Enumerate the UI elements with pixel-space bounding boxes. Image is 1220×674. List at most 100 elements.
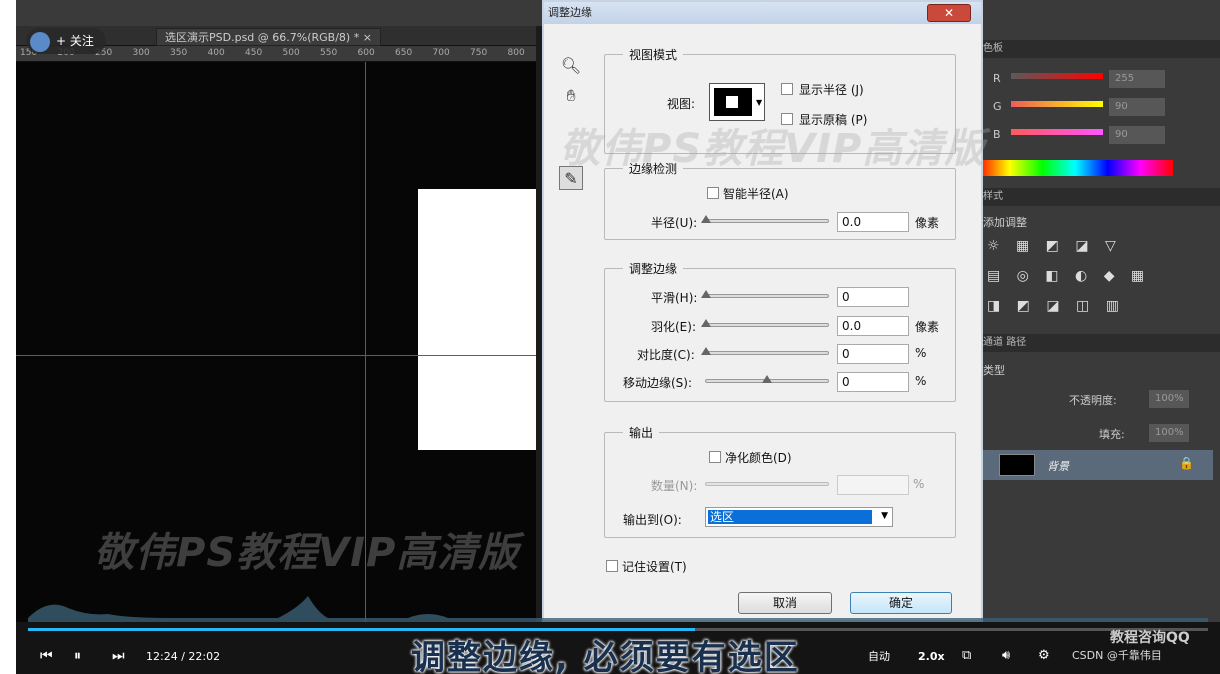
r-value[interactable]: 255 — [1109, 70, 1165, 88]
radius-input[interactable]: 0.0 — [837, 212, 909, 232]
radius-slider-thumb[interactable] — [701, 215, 711, 223]
feather-label: 羽化(E): — [651, 320, 696, 334]
speed-button[interactable]: 2.0x — [918, 650, 945, 664]
opacity-value[interactable]: 100% — [1149, 390, 1189, 408]
playback-time: 12:24 / 22:02 — [146, 650, 221, 663]
contrast-input[interactable]: 0 — [837, 344, 909, 364]
smart-radius-checkbox[interactable] — [707, 187, 719, 199]
b-label: B — [993, 128, 1001, 141]
feather-slider[interactable] — [705, 323, 829, 327]
ruler-tick: 500 — [282, 48, 300, 58]
fill-value[interactable]: 100% — [1149, 424, 1189, 442]
color-tab-label: 色板 — [983, 43, 1003, 54]
g-value[interactable]: 90 — [1109, 98, 1165, 116]
amount-slider — [705, 482, 829, 486]
amount-label: 数量(N): — [651, 479, 698, 493]
b-value[interactable]: 90 — [1109, 126, 1165, 144]
g-label: G — [993, 100, 1002, 113]
canvas-white-shape — [418, 189, 536, 450]
contrast-unit: % — [915, 346, 927, 360]
document-tab-label: 选区演示PSD.psd @ 66.7%(RGB/8) * — [165, 31, 360, 44]
styles-tab-label: 样式 — [983, 191, 1003, 202]
avatar — [30, 31, 50, 52]
feather-input[interactable]: 0.0 — [837, 316, 909, 336]
color-panel-tab[interactable]: 色板 — [973, 40, 1220, 58]
layer-row-background[interactable]: 背景 🔒 — [983, 450, 1213, 480]
b-slider[interactable] — [1011, 129, 1103, 135]
layer-thumbnail — [999, 454, 1035, 476]
adjustment-icons-row-3[interactable]: ◨ ◩ ◪ ◫ ▥ — [987, 298, 1125, 314]
subtitle-toggle-icon[interactable]: ⧉ — [962, 649, 971, 663]
layer-kind-label[interactable]: 类型 — [983, 362, 1005, 378]
r-slider[interactable] — [1011, 73, 1103, 79]
watermark-dialog: 敬伟PS教程VIP高清版 — [560, 126, 986, 172]
g-slider[interactable] — [1011, 101, 1103, 107]
paths-tab-label: 路径 — [1006, 337, 1027, 348]
remember-settings-label: 记住设置(T) — [622, 560, 687, 574]
right-panels: 色板 R 255 G 90 B 90 样式 添加调整 ☼ ▦ ◩ ◪ ▽ ▤ ◎… — [973, 0, 1220, 622]
smooth-input[interactable]: 0 — [837, 287, 909, 307]
ruler-tick: 600 — [357, 48, 375, 58]
follow-button[interactable]: + 关注 — [26, 28, 106, 54]
view-label: 视图: — [667, 97, 696, 111]
ruler-tick: 450 — [245, 48, 263, 58]
smooth-slider[interactable] — [705, 294, 829, 298]
decontaminate-label: 净化颜色(D) — [725, 451, 792, 465]
layers-panel-tabs[interactable]: 通道 路径 — [973, 334, 1220, 352]
hand-icon[interactable]: ✋︎ — [559, 84, 583, 108]
previous-icon[interactable]: ⏮ — [40, 649, 53, 663]
edge-detection-group: 边缘检测 智能半径(A) 半径(U): 0.0 像素 — [604, 160, 956, 240]
adjustments-label: 添加调整 — [983, 216, 1027, 229]
output-to-label: 输出到(O): — [623, 513, 682, 527]
fill-label: 填充: — [1099, 428, 1125, 441]
contrast-slider-thumb[interactable] — [701, 347, 711, 355]
follow-label: + 关注 — [56, 34, 94, 48]
gear-icon[interactable]: ⚙ — [1038, 649, 1050, 663]
output-legend: 输出 — [623, 424, 660, 441]
brand-text: 教程咨询QQ — [1110, 630, 1190, 646]
dialog-title-bar: 调整边缘 — [544, 2, 981, 24]
shift-edge-input[interactable]: 0 — [837, 372, 909, 392]
shift-edge-slider-thumb[interactable] — [762, 375, 772, 383]
decontaminate-checkbox[interactable] — [709, 451, 721, 463]
shift-edge-unit: % — [915, 374, 927, 388]
channels-tab-label: 通道 — [983, 337, 1003, 348]
ruler-tick: 300 — [132, 48, 150, 58]
feather-slider-thumb[interactable] — [701, 319, 711, 327]
close-icon[interactable]: ✕ — [927, 4, 971, 22]
chevron-down-icon: ▼ — [881, 511, 888, 521]
radius-slider[interactable] — [705, 219, 829, 223]
next-icon[interactable]: ⏭ — [112, 649, 125, 663]
ruler-tick: 800 — [507, 48, 525, 58]
remember-settings-checkbox[interactable] — [606, 560, 618, 572]
adjust-edge-legend: 调整边缘 — [623, 260, 684, 277]
video-frame: 选区演示PSD.psd @ 66.7%(RGB/8) * × 150200250… — [16, 0, 1220, 674]
show-radius-label: 显示半径 (J) — [799, 83, 864, 97]
radius-label: 半径(U): — [651, 216, 698, 230]
show-radius-checkbox[interactable] — [781, 83, 793, 95]
shift-edge-label: 移动边缘(S): — [623, 376, 693, 390]
amount-unit: % — [913, 477, 925, 491]
smooth-label: 平滑(H): — [651, 291, 698, 305]
contrast-slider[interactable] — [705, 351, 829, 355]
document-tab[interactable]: 选区演示PSD.psd @ 66.7%(RGB/8) * × — [156, 28, 381, 46]
smooth-slider-thumb[interactable] — [701, 290, 711, 298]
zoom-icon[interactable]: 🔍︎ — [559, 54, 583, 78]
chevron-down-icon: ▼ — [756, 98, 763, 107]
pause-icon[interactable]: ⏸ — [74, 649, 81, 663]
watermark-canvas: 敬伟PS教程VIP高清版 — [94, 530, 520, 576]
smart-radius-label: 智能半径(A) — [723, 187, 789, 201]
view-mode-legend: 视图模式 — [623, 46, 684, 63]
adjust-edge-group: 调整边缘 平滑(H): 0 羽化(E): 0.0 像素 对比度(C): 0 % … — [604, 260, 956, 402]
volume-icon[interactable]: 🔊︎ — [1002, 649, 1010, 663]
output-to-select[interactable]: 选区 ▼ — [705, 507, 893, 527]
dialog-title: 调整边缘 — [548, 6, 592, 19]
view-preview-icon — [714, 88, 752, 116]
adjustment-icons-row-2[interactable]: ▤ ◎ ◧ ◐ ◆ ▦ — [987, 268, 1150, 284]
adjustment-icons-row-1[interactable]: ☼ ▦ ◩ ◪ ▽ — [987, 238, 1122, 254]
quality-button[interactable]: 自动 — [868, 650, 890, 664]
ruler-tick: 550 — [320, 48, 338, 58]
styles-panel-tab[interactable]: 样式 — [973, 188, 1220, 206]
close-icon[interactable]: × — [363, 31, 372, 44]
color-spectrum[interactable] — [977, 160, 1173, 176]
